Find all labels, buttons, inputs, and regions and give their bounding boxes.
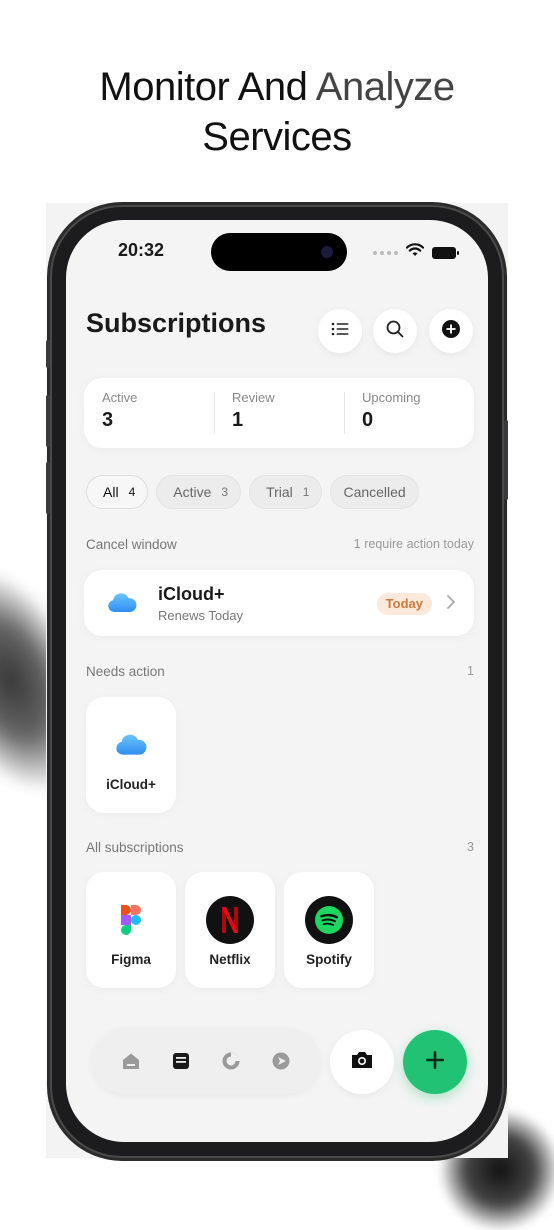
wifi-icon [405,243,425,262]
status-icons [373,243,459,262]
chip-label: Trial [266,484,293,500]
chip-count: 3 [221,485,229,499]
analytics-icon[interactable] [220,1050,242,1072]
needs-action-header: Needs action 1 [86,664,474,679]
filter-chip-all[interactable]: All 4 [86,475,149,509]
dynamic-island [211,233,347,271]
marketing-headline: Monitor And Analyze Services [0,62,554,162]
tile-label: Figma [111,952,151,967]
status-badge: Today [376,593,432,615]
cellular-dots-icon [373,250,398,255]
filter-chip-active[interactable]: Active 3 [156,475,242,509]
icloud-icon [107,721,155,769]
front-camera-icon [321,246,333,258]
headline-line2: Services [202,115,352,159]
section-title: Needs action [86,664,165,679]
stat-label: Upcoming [362,390,421,405]
tile-label: Spotify [306,952,352,967]
cancel-window-item[interactable]: iCloud+ Renews Today Today [84,570,474,636]
filter-chip-cancelled[interactable]: Cancelled [330,475,419,509]
stat-label: Review [232,390,275,405]
tab-bar [92,1028,320,1094]
subscription-tile-netflix[interactable]: Netflix [185,872,275,988]
list-icon [331,322,349,341]
cancel-window-header: Cancel window 1 require action today [86,537,474,552]
needs-action-tile-icloud[interactable]: iCloud+ [86,697,176,813]
chip-count: 1 [302,485,310,499]
camera-icon [350,1050,374,1075]
stat-label: Active [102,390,138,405]
tile-label: Netflix [209,952,251,967]
home-icon[interactable] [120,1050,142,1072]
icloud-icon [102,583,142,623]
subscription-tile-figma[interactable]: Figma [86,872,176,988]
add-subscription-button[interactable] [429,309,473,353]
search-icon [386,320,404,343]
stat-value: 0 [362,409,374,431]
phone-volume-up [46,395,50,447]
stat-upcoming[interactable]: Upcoming 0 [344,378,474,448]
section-note: 1 require action today [353,537,474,551]
section-count: 3 [467,840,474,854]
status-time: 20:32 [118,240,165,260]
chip-label: Active [173,484,212,500]
section-count: 1 [467,664,474,678]
headline-line1-light: Analyze [315,65,455,109]
spotify-icon [305,896,353,944]
add-button[interactable] [403,1030,467,1094]
stats-card: Active 3 Review 1 Upcoming 0 [84,378,474,448]
item-name: iCloud+ [158,584,225,604]
tile-label: iCloud+ [106,777,156,792]
search-button[interactable] [373,309,417,353]
phone-action-button [46,340,50,368]
section-title: Cancel window [86,537,177,552]
phone-power-button [504,420,508,500]
stat-value: 1 [232,409,244,431]
netflix-icon [206,896,254,944]
phone-volume-down [46,462,50,514]
stat-review[interactable]: Review 1 [214,378,344,448]
subscriptions-icon[interactable] [170,1050,192,1072]
plus-icon [425,1050,445,1075]
battery-icon [432,246,459,259]
chip-count: 4 [128,485,136,499]
explore-icon[interactable] [270,1050,292,1072]
stat-active[interactable]: Active 3 [84,378,214,448]
item-subtitle: Renews Today [158,608,244,623]
chevron-right-icon [446,594,456,613]
subscription-tile-spotify[interactable]: Spotify [284,872,374,988]
chip-label: All [103,484,119,500]
page-title: Subscriptions [86,308,267,338]
headline-line1-dark: Monitor And [99,65,308,109]
stat-value: 3 [102,409,114,431]
scan-camera-button[interactable] [330,1030,394,1094]
list-view-button[interactable] [318,309,362,353]
app-screen: 20:32 Subscriptions Active 3 Review 1 Up… [66,220,488,1142]
section-title: All subscriptions [86,840,184,855]
filter-chip-trial[interactable]: Trial 1 [249,475,323,509]
filter-chips: All 4 Active 3 Trial 1 Cancelled [86,475,419,509]
figma-icon [107,896,155,944]
all-subscriptions-header: All subscriptions 3 [86,840,474,855]
add-circle-icon [441,319,461,344]
chip-label: Cancelled [343,484,406,500]
